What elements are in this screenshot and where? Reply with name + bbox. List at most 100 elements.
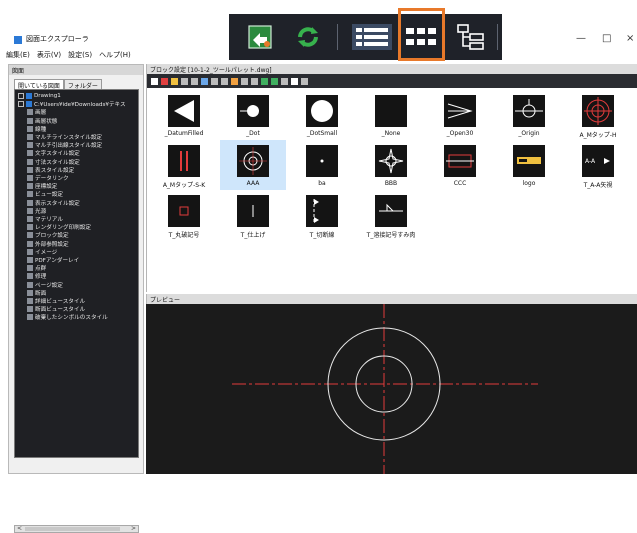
icons-icon[interactable] [291,77,298,85]
tree-item[interactable]: 光源 [27,207,46,215]
tree-item[interactable]: 表スタイル設定 [27,166,74,174]
maximize-button[interactable]: □ [602,33,611,44]
block-tile[interactable]: _DatumFilled [151,90,217,140]
menu-view[interactable]: 表示(V) [37,50,61,61]
tree-item[interactable]: 点群 [27,264,46,272]
attribute-icon[interactable] [231,77,238,85]
tree-item[interactable]: 詳細ビュースタイル [27,297,85,305]
tree-item[interactable]: PDFアンダーレイ [27,256,79,264]
block-tile[interactable]: AAA [220,140,286,190]
replace-icon[interactable] [241,77,248,85]
tree-node-icon [27,134,33,140]
tree-item[interactable]: ビュー設定 [27,190,63,198]
tree-node-icon [27,281,33,288]
block-tile[interactable]: CCC [427,140,493,190]
copy-icon[interactable] [181,77,188,85]
tree-item-label: 線種 [35,126,47,133]
tree-item[interactable]: 画層状態 [27,117,57,125]
block-thumbnail-icon: A-A [582,145,614,177]
block-tile[interactable]: T_丸破記号 [151,190,217,240]
tree-item[interactable]: 画層 [27,108,46,116]
block-tile[interactable]: ba [289,140,355,190]
tree-item[interactable]: C:¥Users¥ide¥Downloads¥テキス [18,100,126,108]
tree-node-icon [27,240,33,247]
tree-item[interactable]: マルチラインスタイル設定 [27,133,102,141]
tree-item-label: 点群 [35,266,47,273]
tree-node-icon [27,117,33,124]
tree-item-label: ページ設定 [35,282,63,289]
tree-item-label: 断面 [35,290,47,297]
tree-item-label: 座標設定 [35,184,58,191]
minimize-button[interactable]: — [576,33,586,44]
block-tile[interactable]: _Dot [220,90,286,140]
block-tile[interactable]: T_切断線 [289,190,355,240]
horizontal-scrollbar[interactable]: < > [14,525,139,533]
tree-item[interactable]: 表示スタイル設定 [27,199,80,207]
block-tile[interactable]: logo [496,140,562,190]
block-tile[interactable]: _DotSmall [289,90,355,140]
tree-item[interactable]: ページ設定 [27,281,63,289]
tree-item[interactable]: ブロック設定 [27,231,69,239]
tree-item[interactable]: 座標設定 [27,182,57,190]
tree-item[interactable]: 外部参照設定 [27,240,69,248]
purge-icon[interactable] [171,77,178,85]
tree-item[interactable]: レンダリング印刷設定 [27,223,91,231]
tree-icon[interactable] [301,77,308,85]
menu-edit[interactable]: 編集(E) [6,50,30,61]
tree-item[interactable]: 断面ビュースタイル [27,305,85,313]
tree-item[interactable]: イメージ [27,248,57,256]
block-tile[interactable]: A_Mタップ-H [565,90,631,140]
edit-icon[interactable] [211,77,218,85]
rename-icon[interactable] [221,77,228,85]
block-thumbnail-icon [306,145,338,177]
new-icon[interactable] [151,77,158,85]
save-icon[interactable] [261,77,268,85]
drawing-tree[interactable]: Drawing1 C:¥Users¥ide¥Downloads¥テキス 画層 画層状態… [14,89,139,458]
insert-icon[interactable] [201,77,208,85]
tree-item[interactable]: 寸法スタイル設定 [27,158,80,166]
delete-icon[interactable] [161,77,168,85]
tree-item[interactable]: マテリアル [27,215,63,223]
list-icon[interactable] [281,77,288,85]
block-tile[interactable]: BBB [358,140,424,190]
list-view-icon[interactable] [347,19,397,55]
tree-item[interactable]: 破棄したシンボルのスタイル [27,313,108,321]
block-tile[interactable]: _Open30 [427,90,493,140]
paste-icon[interactable] [191,77,198,85]
close-button[interactable]: × [626,33,634,44]
expand-icon[interactable] [18,101,24,108]
reload-icon[interactable] [271,77,278,85]
tree-item[interactable]: 文字スタイル設定 [27,149,80,157]
block-tile[interactable]: _None [358,90,424,140]
tree-item[interactable]: マルチ引出線スタイル設定 [27,141,102,149]
close-icon[interactable]: × [12,66,139,73]
panel-header: 図面 × [9,65,143,75]
tree-item[interactable]: 断面 [27,289,46,297]
tree-item[interactable]: データリンク [27,174,69,182]
tree-item[interactable]: 修理 [27,272,46,280]
tree-node-icon [27,199,33,206]
scroll-left-icon[interactable]: < [17,525,22,532]
tree-node-icon [27,257,33,263]
tree-item-label: Drawing1 [34,93,61,99]
tree-item-label: C:¥Users¥ide¥Downloads¥テキス [34,102,126,109]
block-thumbnail-icon [168,95,200,127]
tree-view-icon[interactable] [451,19,491,55]
insert-block-icon[interactable] [243,19,277,55]
menu-help[interactable]: ヘルプ(H) [99,50,131,61]
refresh-icon[interactable] [291,19,325,55]
tree-item[interactable]: Drawing1 [18,92,61,100]
block-tile[interactable]: T_仕上げ [220,190,286,240]
expand-icon[interactable] [18,93,24,99]
wblock-icon[interactable] [251,77,258,85]
scroll-right-icon[interactable]: > [131,525,136,532]
scroll-thumb[interactable] [25,527,120,531]
menu-settings[interactable]: 設定(S) [68,50,92,61]
block-tile[interactable]: T_溶接記号すみ肉 [358,190,424,240]
block-tile[interactable]: _Origin [496,90,562,140]
block-tile[interactable]: A-A T_A-A矢視 [565,140,631,190]
block-tile[interactable]: A_Mタップ-S-K [151,140,217,190]
block-thumbnail-icon [444,95,476,127]
tree-item[interactable]: 線種 [27,125,46,133]
tree-node-icon [27,216,33,222]
